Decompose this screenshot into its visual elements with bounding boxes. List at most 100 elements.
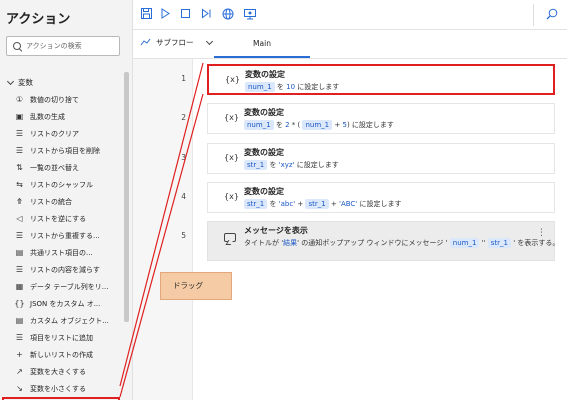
desktop-recorder-icon[interactable] (243, 8, 257, 22)
flow-step[interactable]: {x} 変数の設定 num_1 を 10 に設定します (207, 64, 555, 95)
scrollbar[interactable] (124, 72, 129, 322)
flow-step[interactable]: {x} 変数の設定 str_1 を 'abc' + str_1 + 'ABC' に設… (207, 182, 555, 213)
action-item-label: 一覧の並べ替え (30, 163, 79, 172)
variable-icon: {x} (224, 153, 239, 162)
desc-text: ) に設定します (346, 121, 394, 129)
save-icon[interactable] (139, 8, 153, 22)
action-item[interactable]: ↘ 変数を小さくする (0, 380, 124, 397)
group-variables[interactable]: 変数 (6, 77, 33, 88)
action-item[interactable]: ▦ データ テーブル列をリ... (0, 278, 124, 295)
more-options-icon[interactable]: ⋮ (537, 228, 546, 238)
action-item[interactable]: ☰ リストの内容を減らす (0, 261, 124, 278)
action-item-label: リストのクリア (30, 129, 79, 138)
action-item-icon: ☰ (15, 146, 24, 155)
variable-chip: str_1 (487, 238, 511, 248)
action-item[interactable]: ▤ 共通リスト項目の... (0, 244, 124, 261)
step-title: 変数の設定 (244, 148, 284, 157)
search-actions-input[interactable]: アクションの検索 (6, 36, 120, 56)
search-icon (13, 41, 22, 51)
desc-text: を (274, 83, 287, 91)
divider (133, 58, 567, 59)
action-item-icon: ▣ (15, 112, 24, 121)
run-icon[interactable] (158, 8, 172, 22)
action-item-icon: {} (14, 299, 25, 308)
actions-panel-title: アクション (6, 12, 71, 27)
action-item-icon: ▦ (15, 282, 24, 291)
drag-callout: ドラッグ (160, 272, 232, 300)
group-label: 変数 (18, 78, 33, 87)
literal-value: 'ABC' (339, 200, 358, 208)
line-gutter (133, 59, 193, 400)
web-recorder-icon[interactable] (221, 8, 235, 22)
search-icon[interactable] (545, 8, 559, 22)
action-item-label: リストから重複する... (30, 231, 100, 240)
action-item-label: 数値の切り捨て (30, 95, 79, 104)
variable-chip: num_1 (244, 120, 274, 130)
step-title: メッセージを表示 (244, 226, 308, 235)
subflow-dropdown[interactable]: サブフロー (140, 37, 213, 48)
action-item-label: 項目をリストに追加 (30, 333, 93, 342)
line-number: 2 (181, 113, 186, 122)
line-number: 3 (181, 153, 186, 162)
search-placeholder: アクションの検索 (26, 42, 82, 50)
desc-text: * ( (289, 121, 303, 129)
action-item-icon: ☰ (15, 333, 24, 342)
action-item[interactable]: ▣ 乱数の生成 (0, 108, 124, 125)
action-item-label: リストから項目を削除 (30, 146, 100, 155)
variable-icon: {x} (225, 75, 240, 84)
action-item[interactable]: ⇅ 一覧の並べ替え (0, 159, 124, 176)
action-item[interactable]: ▤ カスタム オブジェクト... (0, 312, 124, 329)
desc-text: + (332, 121, 343, 129)
action-item-label: 乱数の生成 (30, 112, 65, 121)
desc-text: ' の通知ポップアップ ウィンドウにメッセージ ' (297, 239, 450, 247)
action-item[interactable]: ⇆ リストのシャッフル (0, 176, 124, 193)
step-description: タイトルが '結果' の通知ポップアップ ウィンドウにメッセージ ' num_1… (244, 238, 559, 248)
variable-icon: {x} (224, 113, 239, 122)
desc-text: + (328, 200, 340, 208)
action-item-label: 共通リスト項目の... (30, 248, 93, 257)
line-number: 4 (181, 192, 186, 201)
tab-main[interactable]: Main (214, 32, 310, 58)
action-item[interactable]: ☰ リストから項目を削除 (0, 142, 124, 159)
action-item-icon: ▤ (15, 316, 24, 325)
flow-step[interactable]: {x} 変数の設定 str_1 を 'xyz' に設定します (207, 143, 555, 174)
step-description: num_1 を 2 * ( num_1 + 5) に設定します (244, 120, 394, 130)
step-title: 変数の設定 (244, 187, 284, 196)
action-item[interactable]: ☰ リストのクリア (0, 125, 124, 142)
action-item-icon: + (16, 350, 23, 359)
action-item-icon: ⇅ (16, 163, 23, 172)
action-item[interactable]: ☰ リストから重複する... (0, 227, 124, 244)
action-item[interactable]: ☰ 項目をリストに追加 (0, 329, 124, 346)
literal-value: 'xyz' (278, 161, 295, 169)
line-number: 5 (181, 231, 186, 240)
variable-chip: num_1 (245, 82, 275, 92)
flow-step[interactable]: メッセージを表示タイトルが '結果' の通知ポップアップ ウィンドウにメッセージ… (207, 221, 559, 261)
chevron-down-icon (205, 37, 213, 45)
action-item-label: 変数を小さくする (30, 384, 86, 393)
flow-step[interactable]: {x} 変数の設定 num_1 を 2 * ( num_1 + 5) に設定します (207, 103, 555, 134)
action-item[interactable]: ⤊ リストの統合 (0, 193, 124, 210)
action-item-label: 変数を大きくする (30, 367, 86, 376)
run-next-icon[interactable] (199, 8, 213, 22)
subflow-icon (140, 38, 151, 46)
action-item-icon: ① (15, 95, 24, 104)
action-item[interactable]: ① 数値の切り捨て (0, 91, 124, 108)
action-item[interactable]: {} JSON をカスタム オ... (0, 295, 124, 312)
action-item-icon: ⤊ (16, 197, 23, 206)
action-item[interactable]: + 新しいリストの作成 (0, 346, 124, 363)
step-description: num_1 を 10 に設定します (245, 82, 339, 92)
action-item-label: リストを逆にする (30, 214, 87, 223)
action-item-label: 新しいリストの作成 (30, 350, 93, 359)
desc-text: を (267, 200, 279, 208)
stop-icon[interactable] (178, 8, 192, 22)
action-item-label: リストの内容を減らす (30, 265, 100, 274)
action-item[interactable]: ↗ 変数を大きくする (0, 363, 124, 380)
action-item-label: カスタム オブジェクト... (30, 316, 109, 325)
chevron-down-icon (6, 77, 15, 85)
desc-text: タイトルが ' (244, 239, 284, 247)
variable-chip: str_1 (244, 199, 268, 209)
action-item-icon: ↗ (16, 367, 23, 376)
action-item[interactable]: ◁ リストを逆にする (0, 210, 124, 227)
action-item-icon: ☰ (15, 265, 24, 274)
desc-text: に設定します (357, 200, 402, 208)
